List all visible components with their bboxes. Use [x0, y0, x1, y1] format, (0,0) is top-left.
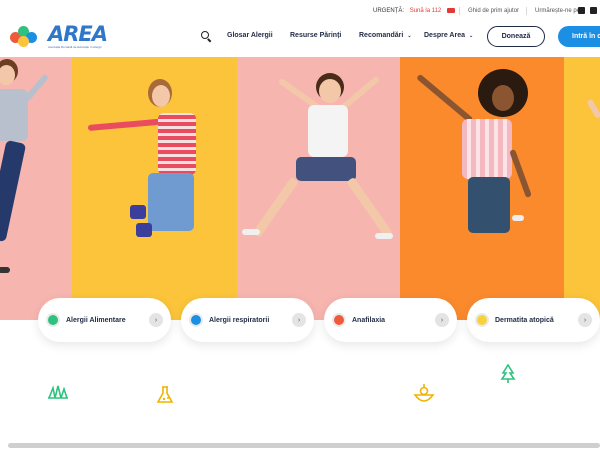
horizontal-scrollbar[interactable] [8, 443, 600, 448]
divider [459, 7, 460, 15]
arrow-right-icon[interactable]: › [435, 313, 449, 327]
category-card-food-allergies[interactable]: Alergii Alimentare › [38, 298, 171, 342]
nav-label: Recomandări [359, 32, 404, 39]
nav-label: Resurse Părinți [290, 32, 342, 39]
jumping-child-image [80, 75, 230, 295]
divider [526, 7, 527, 15]
arrow-right-icon[interactable]: › [578, 313, 592, 327]
jumping-child-image [240, 57, 400, 257]
urgent-phone-link[interactable]: Sună la 112 [410, 8, 442, 14]
follow-us-label: Urmărește-ne pe [535, 8, 581, 14]
top-utility-bar: URGENȚĂ: Sună la 112 Ghid de prim ajutor… [0, 0, 600, 22]
urgent-info[interactable]: URGENȚĂ: Sună la 112 [373, 8, 455, 14]
jumping-child-image [0, 57, 72, 297]
category-card-atopic-dermatitis[interactable]: Dermatita atopică › [467, 298, 600, 342]
nav-resurse-parinti[interactable]: Resurse Părinți [290, 32, 341, 39]
arrow-right-icon[interactable]: › [292, 313, 306, 327]
first-aid-guide-link[interactable]: Ghid de prim ajutor [468, 8, 519, 14]
food-bowl-icon [413, 384, 435, 402]
category-color-icon [189, 313, 203, 327]
ambulance-icon [446, 8, 455, 13]
jumping-child-image [585, 87, 600, 147]
hero-banner [0, 57, 600, 320]
category-card-respiratory-allergies[interactable]: Alergii respiratorii › [181, 298, 314, 342]
nav-despre-area[interactable]: Despre Area ⌄ [424, 32, 473, 39]
youtube-icon[interactable] [578, 7, 585, 14]
login-button[interactable]: Intră în cont [558, 26, 600, 47]
arrow-right-icon[interactable]: › [149, 313, 163, 327]
tree-icon [500, 364, 516, 383]
donate-button[interactable]: Donează [487, 26, 545, 47]
chevron-down-icon: ⌄ [407, 33, 412, 39]
category-color-icon [46, 313, 60, 327]
search-icon[interactable] [201, 31, 212, 43]
urgent-label: URGENȚĂ: [373, 8, 405, 15]
category-label: Dermatita atopică [495, 316, 554, 324]
jumping-child-image [402, 67, 562, 267]
nav-label: Glosar Alergii [227, 32, 273, 39]
nav-label: Despre Area [424, 32, 465, 39]
nav-recomandari[interactable]: Recomandări ⌄ [359, 32, 412, 39]
category-label: Alergii Alimentare [66, 316, 126, 324]
category-label: Alergii respiratorii [209, 316, 270, 324]
main-nav: Glosar Alergii Resurse Părinți Recomandă… [0, 22, 600, 52]
category-color-icon [475, 313, 489, 327]
category-color-icon [332, 313, 346, 327]
flask-icon [156, 386, 174, 403]
facebook-icon[interactable] [590, 7, 597, 14]
grass-icon [48, 385, 68, 399]
chevron-down-icon: ⌄ [468, 33, 474, 39]
nav-glosar-alergii[interactable]: Glosar Alergii [227, 32, 273, 39]
category-card-anaphylaxis[interactable]: Anafilaxia › [324, 298, 457, 342]
category-label: Anafilaxia [352, 316, 386, 324]
